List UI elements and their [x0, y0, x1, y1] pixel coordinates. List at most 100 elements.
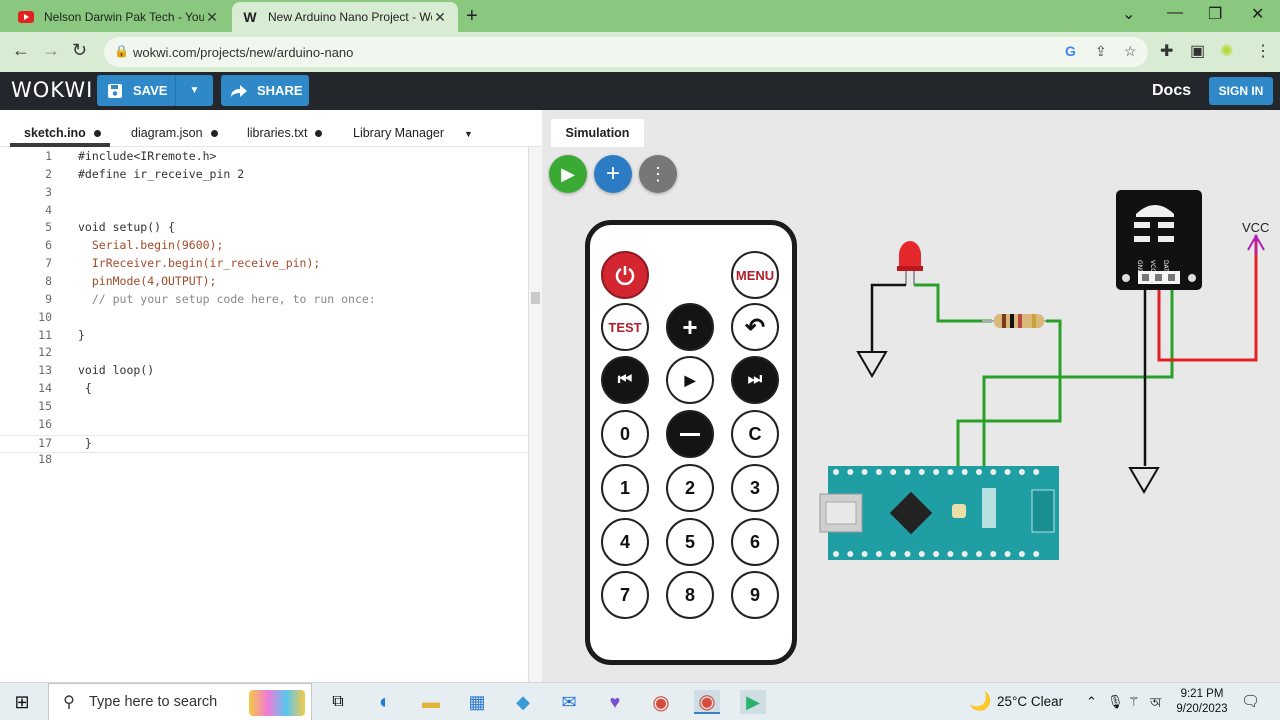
- network-icon[interactable]: ⚚: [1128, 694, 1140, 710]
- digit-8-button[interactable]: 8: [666, 571, 714, 619]
- windows-start-icon[interactable]: ⊞: [9, 690, 35, 714]
- code-line[interactable]: 9 // put your setup code here, to run on…: [0, 292, 540, 310]
- close-window-icon[interactable]: ✕: [1251, 4, 1264, 24]
- code-line[interactable]: 6 Serial.begin(9600);: [0, 238, 540, 256]
- browser-menu-icon[interactable]: ⋮: [1255, 41, 1271, 61]
- dropdown-icon[interactable]: ▼: [464, 129, 473, 139]
- mail-icon[interactable]: ✉: [556, 690, 582, 714]
- microphone-icon[interactable]: 🎙: [1107, 694, 1124, 710]
- extensions-icon[interactable]: ✚: [1160, 41, 1173, 61]
- back-button[interactable]: ↶: [731, 303, 779, 351]
- plus-button[interactable]: +: [666, 303, 714, 351]
- previous-button[interactable]: ⏮: [601, 356, 649, 404]
- red-led[interactable]: [897, 241, 923, 285]
- reload-icon[interactable]: ↻: [72, 40, 87, 61]
- close-tab-icon[interactable]: ✕: [432, 9, 448, 26]
- tab-search-icon[interactable]: ⌄: [1122, 4, 1135, 24]
- nano-header-pin[interactable]: [833, 551, 839, 557]
- wokwi-logo[interactable]: WOKWI: [11, 78, 93, 102]
- code-line[interactable]: 16: [0, 417, 540, 435]
- next-button[interactable]: ⏭: [731, 356, 779, 404]
- digit-3-button[interactable]: 3: [731, 464, 779, 512]
- bookmark-star-icon[interactable]: ☆: [1124, 43, 1137, 60]
- sign-in-button[interactable]: SIGN IN: [1209, 77, 1273, 105]
- nano-header-pin[interactable]: [847, 551, 854, 557]
- digit-0-button[interactable]: 0: [601, 410, 649, 458]
- share-button[interactable]: SHARE: [221, 75, 309, 106]
- store-icon[interactable]: ▦: [464, 690, 490, 714]
- nano-header-pin[interactable]: [1004, 551, 1011, 557]
- nano-header-pin[interactable]: [976, 551, 982, 557]
- power-button[interactable]: [601, 251, 649, 299]
- editor-scrollbar[interactable]: [528, 147, 542, 682]
- nano-header-pin[interactable]: [918, 551, 925, 557]
- digit-2-button[interactable]: 2: [666, 464, 714, 512]
- ir-remote-control[interactable]: MENU TEST + ↶ ⏮ ▶ ⏭ 0 C 1 2 3 4 5 6 7 8 9: [585, 220, 797, 665]
- nano-header-pin[interactable]: [890, 551, 897, 557]
- google-icon[interactable]: G: [1065, 43, 1076, 59]
- nano-header-pin[interactable]: [890, 469, 897, 475]
- maximize-icon[interactable]: ❐: [1208, 4, 1222, 24]
- code-line[interactable]: 17 }: [0, 434, 540, 453]
- profile-icon[interactable]: ✺: [1220, 41, 1233, 61]
- wire-gnd-led[interactable]: [870, 283, 906, 352]
- nano-header-pin[interactable]: [918, 469, 925, 475]
- address-bar[interactable]: 🔒 wokwi.com/projects/new/arduino-nano G …: [104, 37, 1148, 67]
- nano-header-pin[interactable]: [933, 551, 940, 557]
- digit-9-button[interactable]: 9: [731, 571, 779, 619]
- code-line[interactable]: 13 void loop(): [0, 363, 540, 381]
- code-line[interactable]: 2 #define ir_receive_pin 2: [0, 167, 540, 185]
- browser-tab-wokwi[interactable]: W New Arduino Nano Project - Wo ✕: [232, 2, 458, 32]
- back-icon[interactable]: ←: [12, 40, 30, 61]
- task-view-icon[interactable]: ⧉: [325, 690, 351, 714]
- digit-6-button[interactable]: 6: [731, 518, 779, 566]
- chrome-active-icon[interactable]: ◉: [694, 690, 720, 714]
- close-tab-icon[interactable]: ✕: [204, 9, 220, 26]
- nano-header-pin[interactable]: [990, 469, 997, 475]
- nano-header-pin[interactable]: [847, 469, 854, 475]
- nano-header-pin[interactable]: [961, 551, 968, 557]
- nano-header-pin[interactable]: [861, 551, 868, 557]
- tab-sketch-ino[interactable]: sketch.ino: [24, 126, 101, 140]
- edge-icon[interactable]: ◐: [372, 690, 398, 714]
- nano-header-pin[interactable]: [875, 469, 882, 475]
- taskbar-search[interactable]: ⚲ Type here to search: [48, 683, 312, 720]
- tab-libraries-txt[interactable]: libraries.txt: [247, 126, 323, 140]
- code-line[interactable]: 1 #include<IRremote.h>: [0, 149, 540, 167]
- wire-resistor-d4[interactable]: [956, 319, 1062, 472]
- forward-icon[interactable]: →: [42, 40, 60, 61]
- tab-library-manager[interactable]: Library Manager ▼: [353, 126, 473, 140]
- test-button[interactable]: TEST: [601, 303, 649, 351]
- vivaldi-icon[interactable]: ♥: [602, 690, 628, 714]
- nano-header-pin[interactable]: [1018, 469, 1025, 475]
- language-icon[interactable]: অ: [1150, 694, 1161, 715]
- side-panel-icon[interactable]: ▣: [1190, 41, 1205, 61]
- nano-header-pin[interactable]: [1004, 469, 1011, 475]
- code-line[interactable]: 5 void setup() {: [0, 220, 540, 238]
- share-page-icon[interactable]: ⇪: [1095, 43, 1107, 60]
- nano-header-pin[interactable]: [1033, 551, 1040, 557]
- code-line[interactable]: 15: [0, 399, 540, 417]
- minus-button[interactable]: [666, 410, 714, 458]
- code-line[interactable]: 3: [0, 185, 540, 203]
- menu-button[interactable]: MENU: [731, 251, 779, 299]
- docs-link[interactable]: Docs: [1152, 82, 1191, 100]
- code-line[interactable]: 4: [0, 203, 540, 221]
- save-button[interactable]: SAVE ▼: [97, 75, 213, 106]
- nano-header-pin[interactable]: [990, 551, 997, 557]
- digit-5-button[interactable]: 5: [666, 518, 714, 566]
- weather-text[interactable]: 25°C Clear: [997, 694, 1063, 709]
- nano-header-pin[interactable]: [861, 469, 868, 475]
- taskbar-clock[interactable]: 9:21 PM 9/20/2023: [1172, 687, 1232, 717]
- nano-header-pin[interactable]: [947, 551, 954, 557]
- code-editor[interactable]: 1 #include<IRremote.h> 2 #define ir_receive…: [0, 147, 540, 682]
- nano-header-pin[interactable]: [976, 469, 982, 475]
- weather-moon-icon[interactable]: 🌙: [969, 691, 991, 712]
- code-line[interactable]: 11}: [0, 328, 540, 346]
- nano-header-pin[interactable]: [961, 469, 968, 475]
- nano-header-pin[interactable]: [904, 551, 911, 557]
- scrollbar-thumb[interactable]: [531, 292, 540, 304]
- digit-7-button[interactable]: 7: [601, 571, 649, 619]
- code-line[interactable]: 18: [0, 452, 540, 470]
- clear-button[interactable]: C: [731, 410, 779, 458]
